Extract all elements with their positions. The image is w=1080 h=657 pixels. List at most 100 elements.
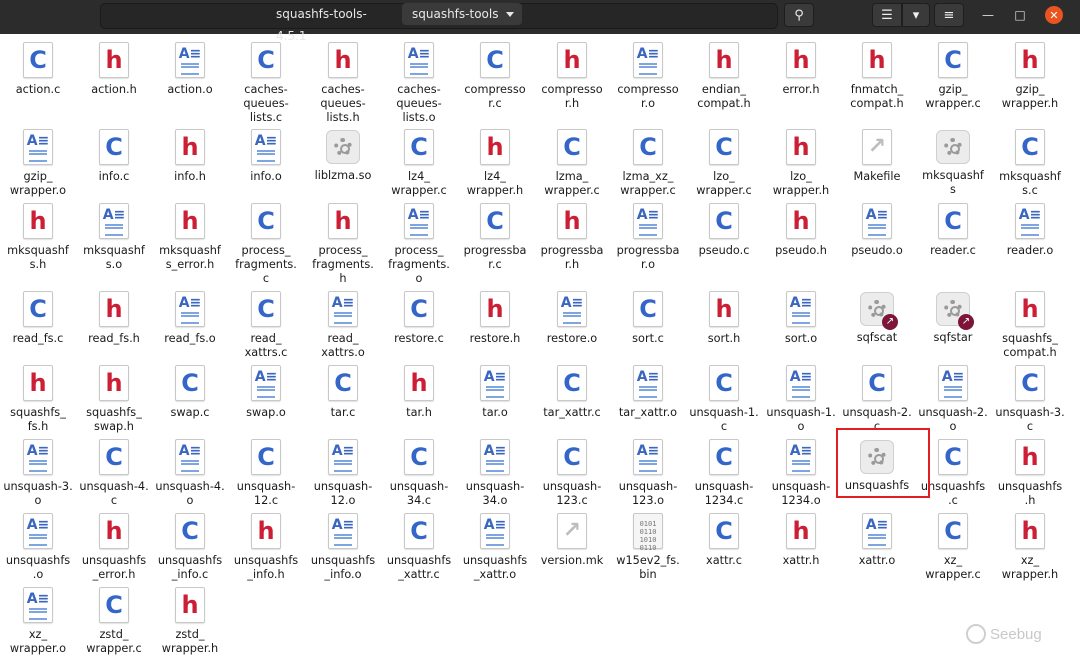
file-item[interactable]: h progressba r.h: [534, 197, 610, 272]
file-item[interactable]: Ccaches- queues- lists.c: [228, 36, 304, 125]
file-item[interactable]: A≡ unsquashfs _xattr.o: [457, 507, 533, 582]
file-item[interactable]: Cmksquashf s.c: [992, 123, 1068, 198]
file-item[interactable]: h pseudo.h: [763, 197, 839, 258]
file-item[interactable]: Cxattr.c: [686, 507, 762, 568]
file-item[interactable]: h unsquashfs .h: [992, 433, 1068, 508]
file-item[interactable]: ↗ sqfstar: [915, 285, 991, 345]
file-item[interactable]: Cread_ xattrs.c: [228, 285, 304, 360]
file-item[interactable]: ↗ sqfscat: [839, 285, 915, 345]
file-item[interactable]: h fnmatch_ compat.h: [839, 36, 915, 111]
file-item[interactable]: Cunsquash-1. c: [686, 359, 762, 434]
file-item[interactable]: Cunsquashfs _info.c: [152, 507, 228, 582]
file-item[interactable]: h endian_ compat.h: [686, 36, 762, 111]
file-item[interactable]: h squashfs_ swap.h: [76, 359, 152, 434]
close-button[interactable]: ✕: [1045, 6, 1063, 24]
search-button[interactable]: ⚲: [784, 3, 814, 27]
file-item[interactable]: A≡ unsquash- 12.o: [305, 433, 381, 508]
file-item[interactable]: h unsquashfs _info.h: [228, 507, 304, 582]
breadcrumb-item-current[interactable]: squashfs-tools: [402, 3, 522, 25]
file-item[interactable]: A≡ swap.o: [228, 359, 304, 420]
file-item[interactable]: Cunsquash- 123.c: [534, 433, 610, 508]
file-item[interactable]: Creader.c: [915, 197, 991, 258]
file-item[interactable]: Cgzip_ wrapper.c: [915, 36, 991, 111]
file-item[interactable]: Cunsquash-3. c: [992, 359, 1068, 434]
menu-button[interactable]: ≡: [934, 3, 964, 27]
maximize-button[interactable]: □: [1012, 7, 1028, 23]
file-item[interactable]: Cunsquash-4. c: [76, 433, 152, 508]
file-item[interactable]: A≡ mksquashf s.o: [76, 197, 152, 272]
file-item[interactable]: Cxz_ wrapper.c: [915, 507, 991, 582]
file-item[interactable]: liblzma.so: [305, 123, 381, 183]
file-item[interactable]: Ccompresso r.c: [457, 36, 533, 111]
file-item[interactable]: A≡ unsquash-2. o: [915, 359, 991, 434]
file-item[interactable]: ↗ version.mk: [534, 507, 610, 568]
file-item[interactable]: Cprogressba r.c: [457, 197, 533, 272]
view-options-button[interactable]: ▾: [902, 3, 930, 27]
file-item[interactable]: h squashfs_ fs.h: [0, 359, 76, 434]
file-item[interactable]: Cunsquash- 12.c: [228, 433, 304, 508]
file-item[interactable]: Cinfo.c: [76, 123, 152, 184]
file-item[interactable]: A≡ tar_xattr.o: [610, 359, 686, 420]
file-item[interactable]: h process_ fragments. h: [305, 197, 381, 286]
file-item[interactable]: A≡ unsquash- 1234.o: [763, 433, 839, 508]
file-item[interactable]: A≡ action.o: [152, 36, 228, 97]
minimize-button[interactable]: —: [980, 7, 996, 23]
file-item[interactable]: A≡ read_ xattrs.o: [305, 285, 381, 360]
file-item[interactable]: A≡ read_fs.o: [152, 285, 228, 346]
file-item[interactable]: A≡ caches- queues- lists.o: [381, 36, 457, 125]
file-item[interactable]: A≡ tar.o: [457, 359, 533, 420]
file-item[interactable]: A≡ unsquashfs _info.o: [305, 507, 381, 582]
file-item[interactable]: Cunsquash- 34.c: [381, 433, 457, 508]
breadcrumb-item-parent[interactable]: squashfs-tools-4.5.1: [266, 3, 402, 43]
file-item[interactable]: Clzma_xz_ wrapper.c: [610, 123, 686, 198]
file-item[interactable]: h xattr.h: [763, 507, 839, 568]
file-item[interactable]: h sort.h: [686, 285, 762, 346]
file-item[interactable]: A≡ xz_ wrapper.o: [0, 581, 76, 656]
file-item[interactable]: A≡ info.o: [228, 123, 304, 184]
file-item[interactable]: A≡ progressba r.o: [610, 197, 686, 272]
file-item[interactable]: h gzip_ wrapper.h: [992, 36, 1068, 111]
file-item[interactable]: A≡ unsquash-4. o: [152, 433, 228, 508]
file-item[interactable]: Clzo_ wrapper.c: [686, 123, 762, 198]
file-item[interactable]: Cpseudo.c: [686, 197, 762, 258]
file-item[interactable]: h squashfs_ compat.h: [992, 285, 1068, 360]
view-list-button[interactable]: ☰: [872, 3, 902, 27]
file-item[interactable]: 0101 0110 1010 0110 w15ev2_fs. bin: [610, 507, 686, 582]
file-item[interactable]: h mksquashf s.h: [0, 197, 76, 272]
file-item[interactable]: Cunsquash- 1234.c: [686, 433, 762, 508]
file-item[interactable]: A≡ unsquash-3. o: [0, 433, 76, 508]
file-item[interactable]: Cunsquashfs _xattr.c: [381, 507, 457, 582]
file-item[interactable]: Cprocess_ fragments. c: [228, 197, 304, 286]
file-item[interactable]: h error.h: [763, 36, 839, 97]
file-item[interactable]: A≡ unsquash-1. o: [763, 359, 839, 434]
file-item[interactable]: A≡ reader.o: [992, 197, 1068, 258]
file-item[interactable]: h action.h: [76, 36, 152, 97]
file-item[interactable]: h tar.h: [381, 359, 457, 420]
file-item[interactable]: h xz_ wrapper.h: [992, 507, 1068, 582]
file-item[interactable]: Ctar_xattr.c: [534, 359, 610, 420]
file-item[interactable]: h restore.h: [457, 285, 533, 346]
file-item[interactable]: mksquashf s: [915, 123, 991, 197]
file-item[interactable]: A≡ sort.o: [763, 285, 839, 346]
file-item[interactable]: Csort.c: [610, 285, 686, 346]
file-item[interactable]: A≡ process_ fragments. o: [381, 197, 457, 286]
file-item[interactable]: A≡ unsquash- 123.o: [610, 433, 686, 508]
file-item[interactable]: h info.h: [152, 123, 228, 184]
file-item[interactable]: h zstd_ wrapper.h: [152, 581, 228, 656]
file-item[interactable]: A≡ gzip_ wrapper.o: [0, 123, 76, 198]
file-item[interactable]: h unsquashfs _error.h: [76, 507, 152, 582]
file-item[interactable]: Cunsquash-2. c: [839, 359, 915, 434]
file-item[interactable]: h read_fs.h: [76, 285, 152, 346]
file-item[interactable]: A≡ unsquash- 34.o: [457, 433, 533, 508]
file-item[interactable]: Cread_fs.c: [0, 285, 76, 346]
file-item[interactable]: A≡ unsquashfs .o: [0, 507, 76, 582]
file-item[interactable]: Caction.c: [0, 36, 76, 97]
file-item[interactable]: h caches- queues- lists.h: [305, 36, 381, 125]
file-item[interactable]: Cswap.c: [152, 359, 228, 420]
file-item[interactable]: h lz4_ wrapper.h: [457, 123, 533, 198]
file-item[interactable]: h mksquashf s_error.h: [152, 197, 228, 272]
file-item[interactable]: h lzo_ wrapper.h: [763, 123, 839, 198]
file-item[interactable]: ↗ Makefile: [839, 123, 915, 184]
file-item[interactable]: h compresso r.h: [534, 36, 610, 111]
file-item[interactable]: A≡ restore.o: [534, 285, 610, 346]
